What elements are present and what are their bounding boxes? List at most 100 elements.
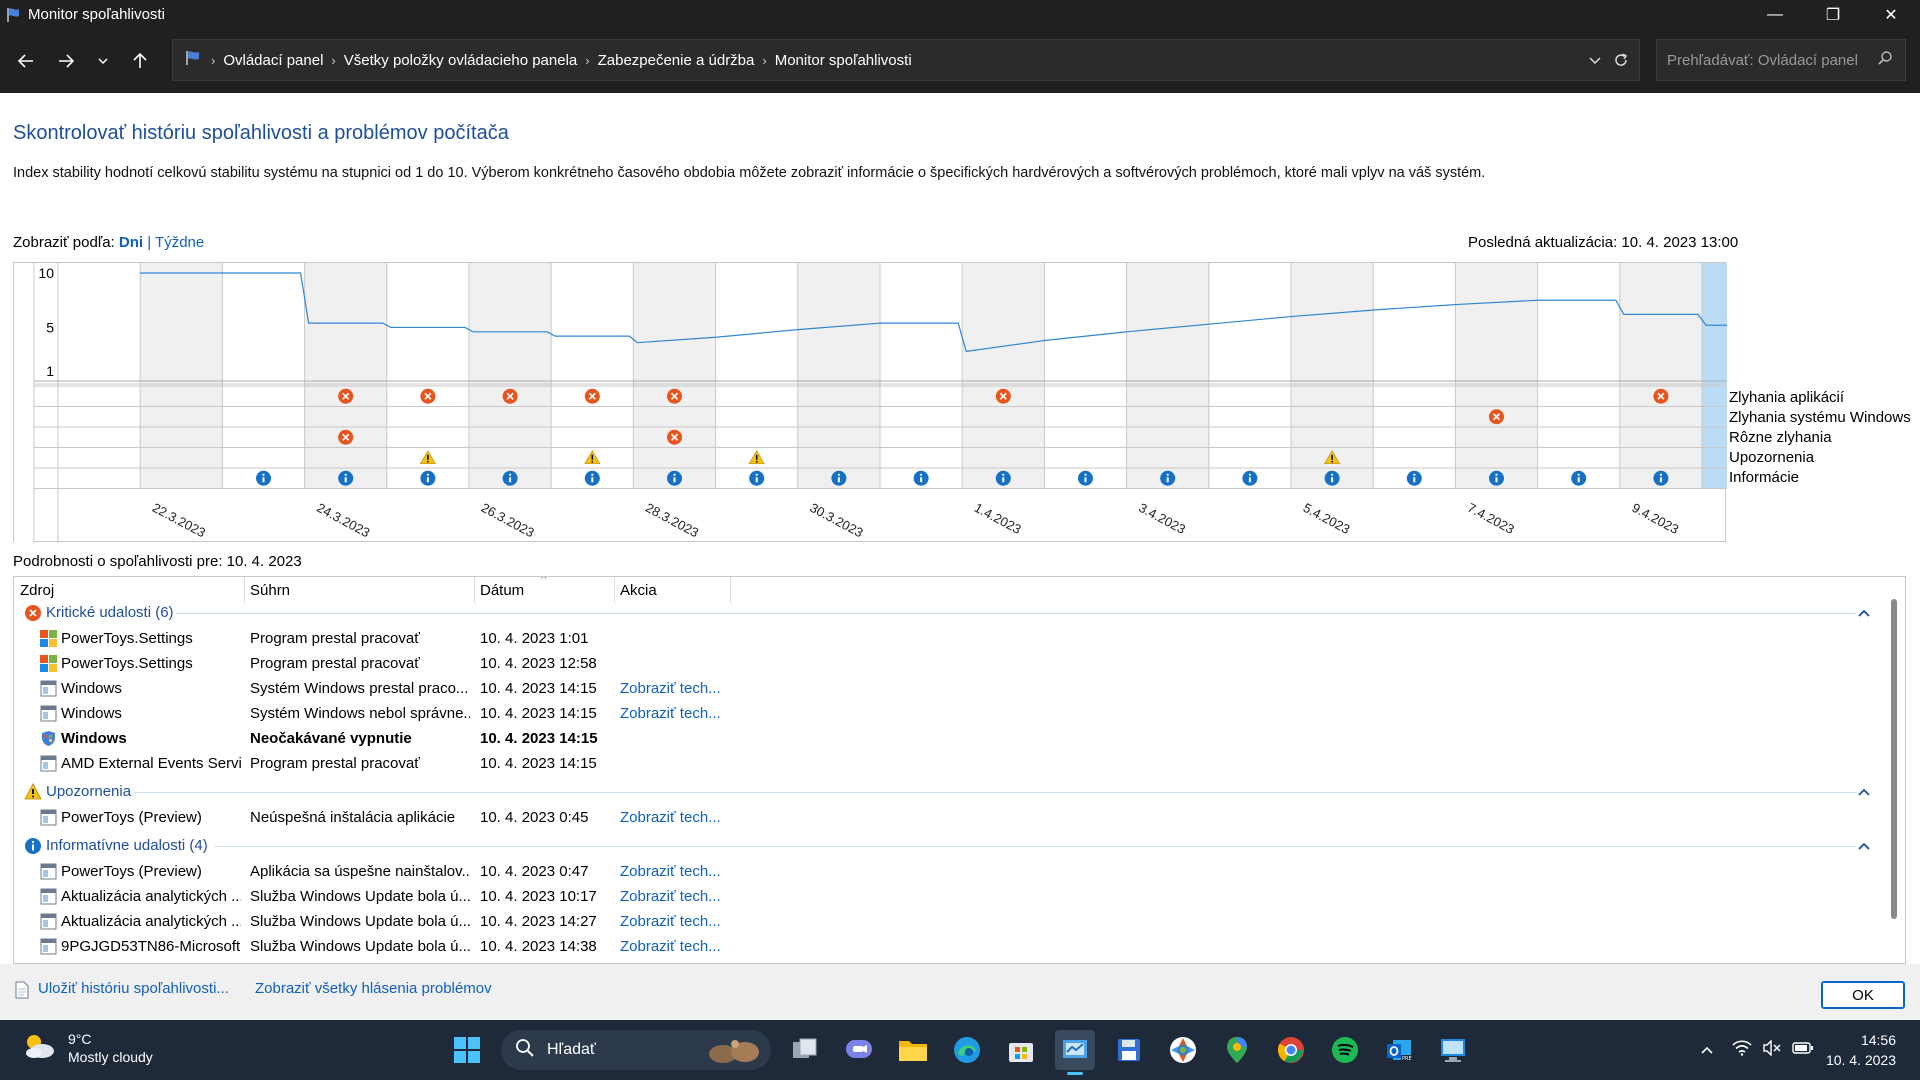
- maps-icon[interactable]: [1217, 1030, 1257, 1070]
- ok-button[interactable]: OK: [1821, 981, 1905, 1009]
- view-technical-details-link[interactable]: Zobraziť tech...: [620, 680, 730, 697]
- table-row[interactable]: PowerToys (Preview) Aplikácia sa úspešne…: [14, 859, 1905, 884]
- address-bar[interactable]: › Ovládací panel › Všetky položky ovláda…: [172, 39, 1640, 81]
- header-action[interactable]: Akcia: [620, 582, 657, 599]
- outlook-preview-icon[interactable]: PRE: [1379, 1030, 1419, 1070]
- recent-locations-chevron-icon[interactable]: [86, 41, 120, 81]
- weather-widget[interactable]: 9°C Mostly cloudy: [22, 1030, 153, 1066]
- info-marker-stem: [1166, 477, 1169, 483]
- view-technical-details-link[interactable]: Zobraziť tech...: [620, 809, 730, 826]
- row-source: Aktualizácia analytických ...: [61, 913, 241, 930]
- row-source: AMD External Events Servi...: [61, 755, 241, 772]
- microsoft-store-icon[interactable]: [1001, 1030, 1041, 1070]
- breadcrumb-all-items[interactable]: Všetky položky ovládacieho panela: [344, 52, 577, 69]
- forward-icon[interactable]: [46, 41, 86, 81]
- table-row-selected[interactable]: Windows Neočakávané vypnutie 10. 4. 2023…: [14, 726, 1905, 751]
- temperature: 9°C: [68, 1031, 92, 1047]
- row-date: 10. 4. 2023 0:47: [480, 863, 589, 880]
- control-panel-taskbar-icon[interactable]: [1055, 1030, 1095, 1075]
- group-critical[interactable]: Kritické udalosti (6): [14, 601, 1905, 625]
- view-days-link[interactable]: Dni: [119, 234, 143, 251]
- window-app-icon: [40, 809, 57, 826]
- view-all-reports-link[interactable]: Zobraziť všetky hlásenia problémov: [255, 980, 492, 997]
- view-weeks-link[interactable]: Týždne: [155, 234, 204, 251]
- date-tick-label: 9.4.2023: [1629, 500, 1681, 537]
- remote-desktop-icon[interactable]: [1433, 1030, 1473, 1070]
- breadcrumb-reliability-monitor[interactable]: Monitor spoľahlivosti: [775, 52, 912, 69]
- restore-button[interactable]: ❐: [1804, 0, 1862, 29]
- info-marker-dot: [755, 473, 758, 476]
- date-tick-label: 22.3.2023: [150, 500, 208, 540]
- header-date[interactable]: Dátum: [480, 582, 524, 599]
- wifi-icon[interactable]: [1732, 1040, 1752, 1060]
- date-tick-label: 3.4.2023: [1136, 500, 1188, 537]
- chart-svg[interactable]: 10 5 1 22.3.2023 24.3.2023 26.3.2023 28.3.2023…: [14, 263, 1727, 543]
- reliability-chart[interactable]: 10 5 1 22.3.2023 24.3.2023 26.3.2023 28.3.2023…: [13, 262, 1727, 543]
- chart-column-23.3.2023: [222, 263, 305, 489]
- table-row[interactable]: Windows Systém Windows nebol správne... …: [14, 701, 1905, 726]
- date-tick-label: 26.3.2023: [479, 500, 537, 540]
- breadcrumb-control-panel[interactable]: Ovládací panel: [223, 52, 323, 69]
- speaker-muted-icon[interactable]: [1762, 1039, 1782, 1060]
- table-row[interactable]: Aktualizácia analytických ... Služba Win…: [14, 884, 1905, 909]
- table-scrollbar[interactable]: [1891, 599, 1897, 919]
- search-icon: [1877, 50, 1893, 70]
- table-row[interactable]: PowerToys (Preview) Neúspešná inštalácia…: [14, 805, 1905, 830]
- table-row[interactable]: 9PGJGD53TN86-Microsoft... Služba Windows…: [14, 934, 1905, 959]
- spotify-icon[interactable]: [1325, 1030, 1365, 1070]
- close-button[interactable]: ✕: [1862, 0, 1920, 29]
- info-marker-dot: [1413, 473, 1416, 476]
- table-row[interactable]: AMD External Events Servi... Program pre…: [14, 751, 1905, 776]
- info-marker-stem: [509, 477, 512, 483]
- collapse-chevron-icon[interactable]: [1857, 838, 1871, 854]
- colorful-app-icon[interactable]: [1163, 1030, 1203, 1070]
- info-marker-dot: [1331, 473, 1334, 476]
- teams-chat-icon[interactable]: [839, 1030, 879, 1070]
- row-date: 10. 4. 2023 14:15: [480, 730, 598, 747]
- breadcrumb-security-maintenance[interactable]: Zabezpečenie a údržba: [598, 52, 755, 69]
- info-marker-dot: [1495, 473, 1498, 476]
- table-row[interactable]: Aktualizácia analytických ... Služba Win…: [14, 909, 1905, 934]
- group-warnings[interactable]: Upozornenia: [14, 780, 1905, 804]
- chart-left-strip: [14, 263, 34, 543]
- floppy-save-app-icon[interactable]: [1109, 1030, 1149, 1070]
- search-input[interactable]: Prehľadávať: Ovládací panel: [1656, 39, 1906, 81]
- view-technical-details-link[interactable]: Zobraziť tech...: [620, 705, 730, 722]
- row-source: Windows: [61, 680, 122, 697]
- header-source[interactable]: Zdroj: [20, 582, 54, 599]
- task-view-icon[interactable]: [785, 1030, 825, 1070]
- save-history-link[interactable]: Uložiť históriu spoľahlivosti...: [38, 980, 229, 997]
- back-icon[interactable]: [6, 41, 46, 81]
- refresh-icon[interactable]: [1601, 40, 1641, 80]
- file-explorer-icon[interactable]: [893, 1030, 933, 1070]
- chrome-icon[interactable]: [1271, 1030, 1311, 1070]
- view-technical-details-link[interactable]: Zobraziť tech...: [620, 863, 730, 880]
- date-tick-label: 24.3.2023: [314, 500, 372, 540]
- view-technical-details-link[interactable]: Zobraziť tech...: [620, 938, 730, 955]
- info-marker-stem: [1331, 477, 1334, 483]
- collapse-chevron-icon[interactable]: [1857, 784, 1871, 800]
- group-information[interactable]: Informatívne udalosti (4): [14, 834, 1905, 858]
- clock[interactable]: 14:56 10. 4. 2023: [1826, 1030, 1896, 1070]
- chart-column-21.3.2023: [58, 263, 141, 489]
- svg-text:PRE: PRE: [1402, 1056, 1412, 1062]
- chart-column-8.4.2023: [1537, 263, 1620, 489]
- taskbar-search-icon: [515, 1038, 535, 1063]
- collapse-chevron-icon[interactable]: [1857, 605, 1871, 621]
- start-windows-icon[interactable]: [447, 1030, 487, 1070]
- up-icon[interactable]: [120, 41, 160, 81]
- minimize-button[interactable]: —: [1746, 0, 1804, 29]
- view-technical-details-link[interactable]: Zobraziť tech...: [620, 888, 730, 905]
- row-date: 10. 4. 2023 10:17: [480, 888, 597, 905]
- show-hidden-icons-chevron-icon[interactable]: [1700, 1042, 1714, 1059]
- table-row[interactable]: PowerToys.Settings Program prestal praco…: [14, 626, 1905, 651]
- row-summary: Program prestal pracovať: [250, 655, 420, 672]
- table-row[interactable]: Windows Systém Windows prestal praco... …: [14, 676, 1905, 701]
- battery-icon[interactable]: [1792, 1041, 1814, 1059]
- taskbar-search[interactable]: Hľadať: [501, 1030, 771, 1070]
- info-marker-stem: [920, 477, 923, 483]
- header-summary[interactable]: Súhrn: [250, 582, 290, 599]
- edge-browser-icon[interactable]: [947, 1030, 987, 1070]
- table-row[interactable]: PowerToys.Settings Program prestal praco…: [14, 651, 1905, 676]
- view-technical-details-link[interactable]: Zobraziť tech...: [620, 913, 730, 930]
